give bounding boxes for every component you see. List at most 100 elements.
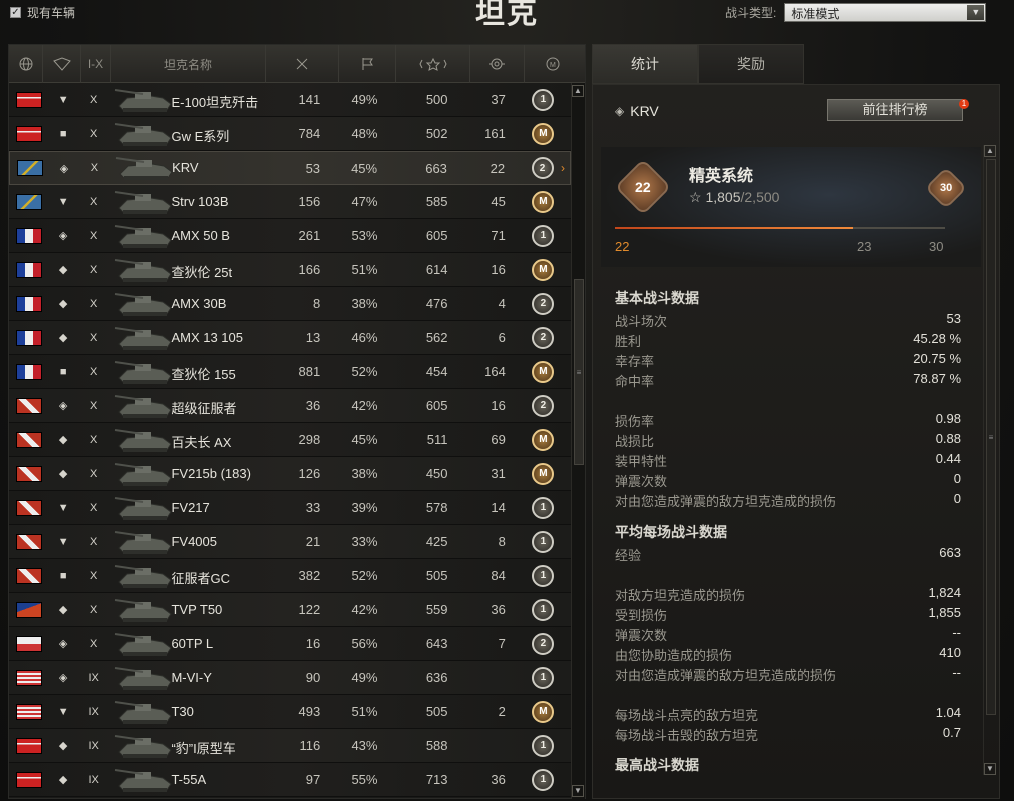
name-header-label: 坦克名称 — [163, 57, 212, 72]
table-row[interactable]: ◈ X 60TP L 16 56% 643 7 2 — [9, 627, 571, 661]
stat-value: 45.28 % — [913, 331, 961, 346]
nation-flag — [9, 261, 48, 278]
xp-column-header[interactable] — [396, 45, 470, 83]
table-row[interactable]: ◆ IX “豹”I原型车 116 43% 588 1 — [9, 729, 571, 763]
table-row[interactable]: ▼ X FV217 33 39% 578 14 1 — [9, 491, 571, 525]
scroll-up-icon[interactable]: ▲ — [984, 145, 996, 157]
tank-icon — [115, 666, 173, 690]
mastery-badge-icon: M — [546, 57, 560, 71]
battles-cell: 141 — [298, 92, 321, 107]
tier-cell: X — [90, 569, 98, 582]
tank-name: FV4005 — [171, 533, 217, 549]
nation-column-header[interactable] — [9, 45, 43, 83]
stat-label: 弹震次数 — [615, 628, 668, 643]
tier-column-header[interactable]: I-X — [81, 45, 111, 83]
scroll-thumb[interactable]: ≡ — [986, 159, 996, 715]
table-row[interactable]: ◆ X FV215b (183) 126 38% 450 31 M — [9, 457, 571, 491]
chevron-down-icon[interactable]: ▼ — [967, 5, 985, 20]
name-column-header[interactable]: 坦克名称 — [111, 45, 266, 83]
stat-label: 损伤率 — [615, 414, 655, 429]
table-row[interactable]: ◈ X AMX 50 B 261 53% 605 71 1 — [9, 219, 571, 253]
marks-cell: 36 — [491, 772, 506, 787]
battle-type-value: 标准模式 — [791, 7, 840, 21]
crossed-swords-icon — [296, 58, 308, 70]
table-row[interactable]: ◆ X TVP T50 122 42% 559 36 1 — [9, 593, 571, 627]
avg-xp-cell: 511 — [426, 432, 448, 447]
stats-panel: ◈ KRV 前往排行榜 1 22 精英系统 ☆ 1,805/2,500 30 2… — [592, 84, 1000, 799]
vehicle-type-icon: ▼ — [57, 535, 69, 548]
wins-column-header[interactable] — [339, 45, 396, 83]
tank-icon — [115, 530, 173, 554]
tank-icon — [115, 700, 173, 724]
table-row[interactable]: ▼ IX T30 493 51% 505 2 M — [9, 695, 571, 729]
progress-mark-left: 22 — [615, 239, 630, 254]
scroll-down-icon[interactable]: ▼ — [572, 785, 584, 797]
marks-cell: 4 — [498, 296, 506, 311]
table-row[interactable]: ■ X 查狄伦 155 881 52% 454 164 M — [9, 355, 571, 389]
battles-cell: 116 — [299, 738, 321, 753]
battles-column-header[interactable] — [266, 45, 339, 83]
selected-tank-title: ◈ KRV — [615, 103, 659, 119]
table-row[interactable]: ◆ X 查狄伦 25t 166 51% 614 16 M — [9, 253, 571, 287]
tank-cell: FV215b (183) — [109, 457, 262, 491]
france-flag-icon — [15, 329, 42, 346]
mastery-badge-icon: 2 — [532, 394, 555, 417]
marks-cell: 16 — [491, 262, 506, 277]
table-row[interactable]: ◆ IX T-55A 97 55% 713 36 1 — [9, 763, 571, 797]
scroll-thumb[interactable]: ≡ — [574, 279, 584, 465]
marks-cell: 71 — [491, 228, 506, 243]
tier-cell: IX — [88, 739, 99, 752]
stat-label: 受到损伤 — [615, 608, 668, 623]
tank-name: 60TP L — [171, 635, 214, 651]
battles-cell: 382 — [298, 568, 321, 583]
tier-cell: X — [90, 399, 98, 412]
avg-xp-cell: 425 — [425, 534, 448, 549]
table-row[interactable]: ◈ IX M-VI-Y 90 49% 636 1 — [9, 661, 571, 695]
battle-type-select[interactable]: 标准模式 ▼ — [784, 3, 987, 22]
stat-value: 0 — [953, 471, 961, 486]
mastery-column-header[interactable]: M — [525, 45, 581, 83]
tank-icon — [115, 428, 173, 452]
table-row[interactable]: ▼ X E-100坦克歼击 141 49% 500 37 1 — [9, 83, 571, 117]
leaderboard-button[interactable]: 前往排行榜 — [827, 99, 963, 121]
battles-cell: 8 — [312, 296, 321, 311]
table-row[interactable]: ▼ X Strv 103B 156 47% 585 45 M — [9, 185, 571, 219]
stat-value: 1.04 — [935, 705, 961, 720]
scroll-down-icon[interactable]: ▼ — [984, 763, 996, 775]
table-row[interactable]: ◈ X 超级征服者 36 42% 605 16 2 — [9, 389, 571, 423]
tab-statistics[interactable]: 统计 — [592, 44, 698, 84]
nation-flag — [9, 499, 48, 516]
table-row[interactable]: ◆ X AMX 13 105 13 46% 562 6 2 — [9, 321, 571, 355]
table-row[interactable]: ◆ X 百夫长 AX 298 45% 511 69 M — [9, 423, 571, 457]
table-scrollbar[interactable]: ▲ ≡ ▼ — [571, 83, 585, 799]
win-rate-cell: 45% — [351, 160, 378, 176]
tank-name: FV215b (183) — [171, 465, 251, 481]
tab-awards[interactable]: 奖励 — [698, 44, 804, 84]
tank-icon — [115, 122, 173, 146]
tier-cell: X — [90, 229, 98, 242]
table-row[interactable]: ■ X Gw E系列 784 48% 502 161 M — [9, 117, 571, 151]
table-row[interactable]: ◈ X KRV 53 45% 663 22 2 › — [9, 151, 571, 185]
panel-scrollbar[interactable]: ▲ ≡ ▼ — [983, 145, 997, 775]
scroll-up-icon[interactable]: ▲ — [572, 85, 584, 97]
table-row[interactable]: ▼ X FV4005 21 33% 425 8 1 — [9, 525, 571, 559]
mastery-cell: 2 — [516, 292, 571, 315]
nation-flag — [9, 465, 48, 482]
win-rate-cell: 42% — [351, 602, 378, 617]
battles-cell: 13 — [305, 330, 321, 345]
table-row[interactable]: ◆ X AMX 30B 8 38% 476 4 2 — [9, 287, 571, 321]
tank-icon — [115, 598, 173, 622]
battles-cell: 16 — [305, 636, 321, 651]
table-row[interactable]: ■ X 征服者GC 382 52% 505 84 1 — [9, 559, 571, 593]
tank-cell: TVP T50 — [109, 593, 262, 627]
avg-xp-cell: 663 — [425, 160, 447, 176]
tank-icon — [115, 292, 173, 316]
stat-value: -- — [952, 665, 961, 680]
mastery-badge-icon: M — [532, 700, 555, 723]
tank-name: M-VI-Y — [171, 669, 212, 685]
type-column-header[interactable] — [43, 45, 81, 83]
tank-icon — [115, 768, 173, 792]
marks-column-header[interactable] — [470, 45, 525, 83]
stat-value: 0 — [953, 491, 961, 506]
avg-xp-cell: 502 — [425, 126, 448, 141]
